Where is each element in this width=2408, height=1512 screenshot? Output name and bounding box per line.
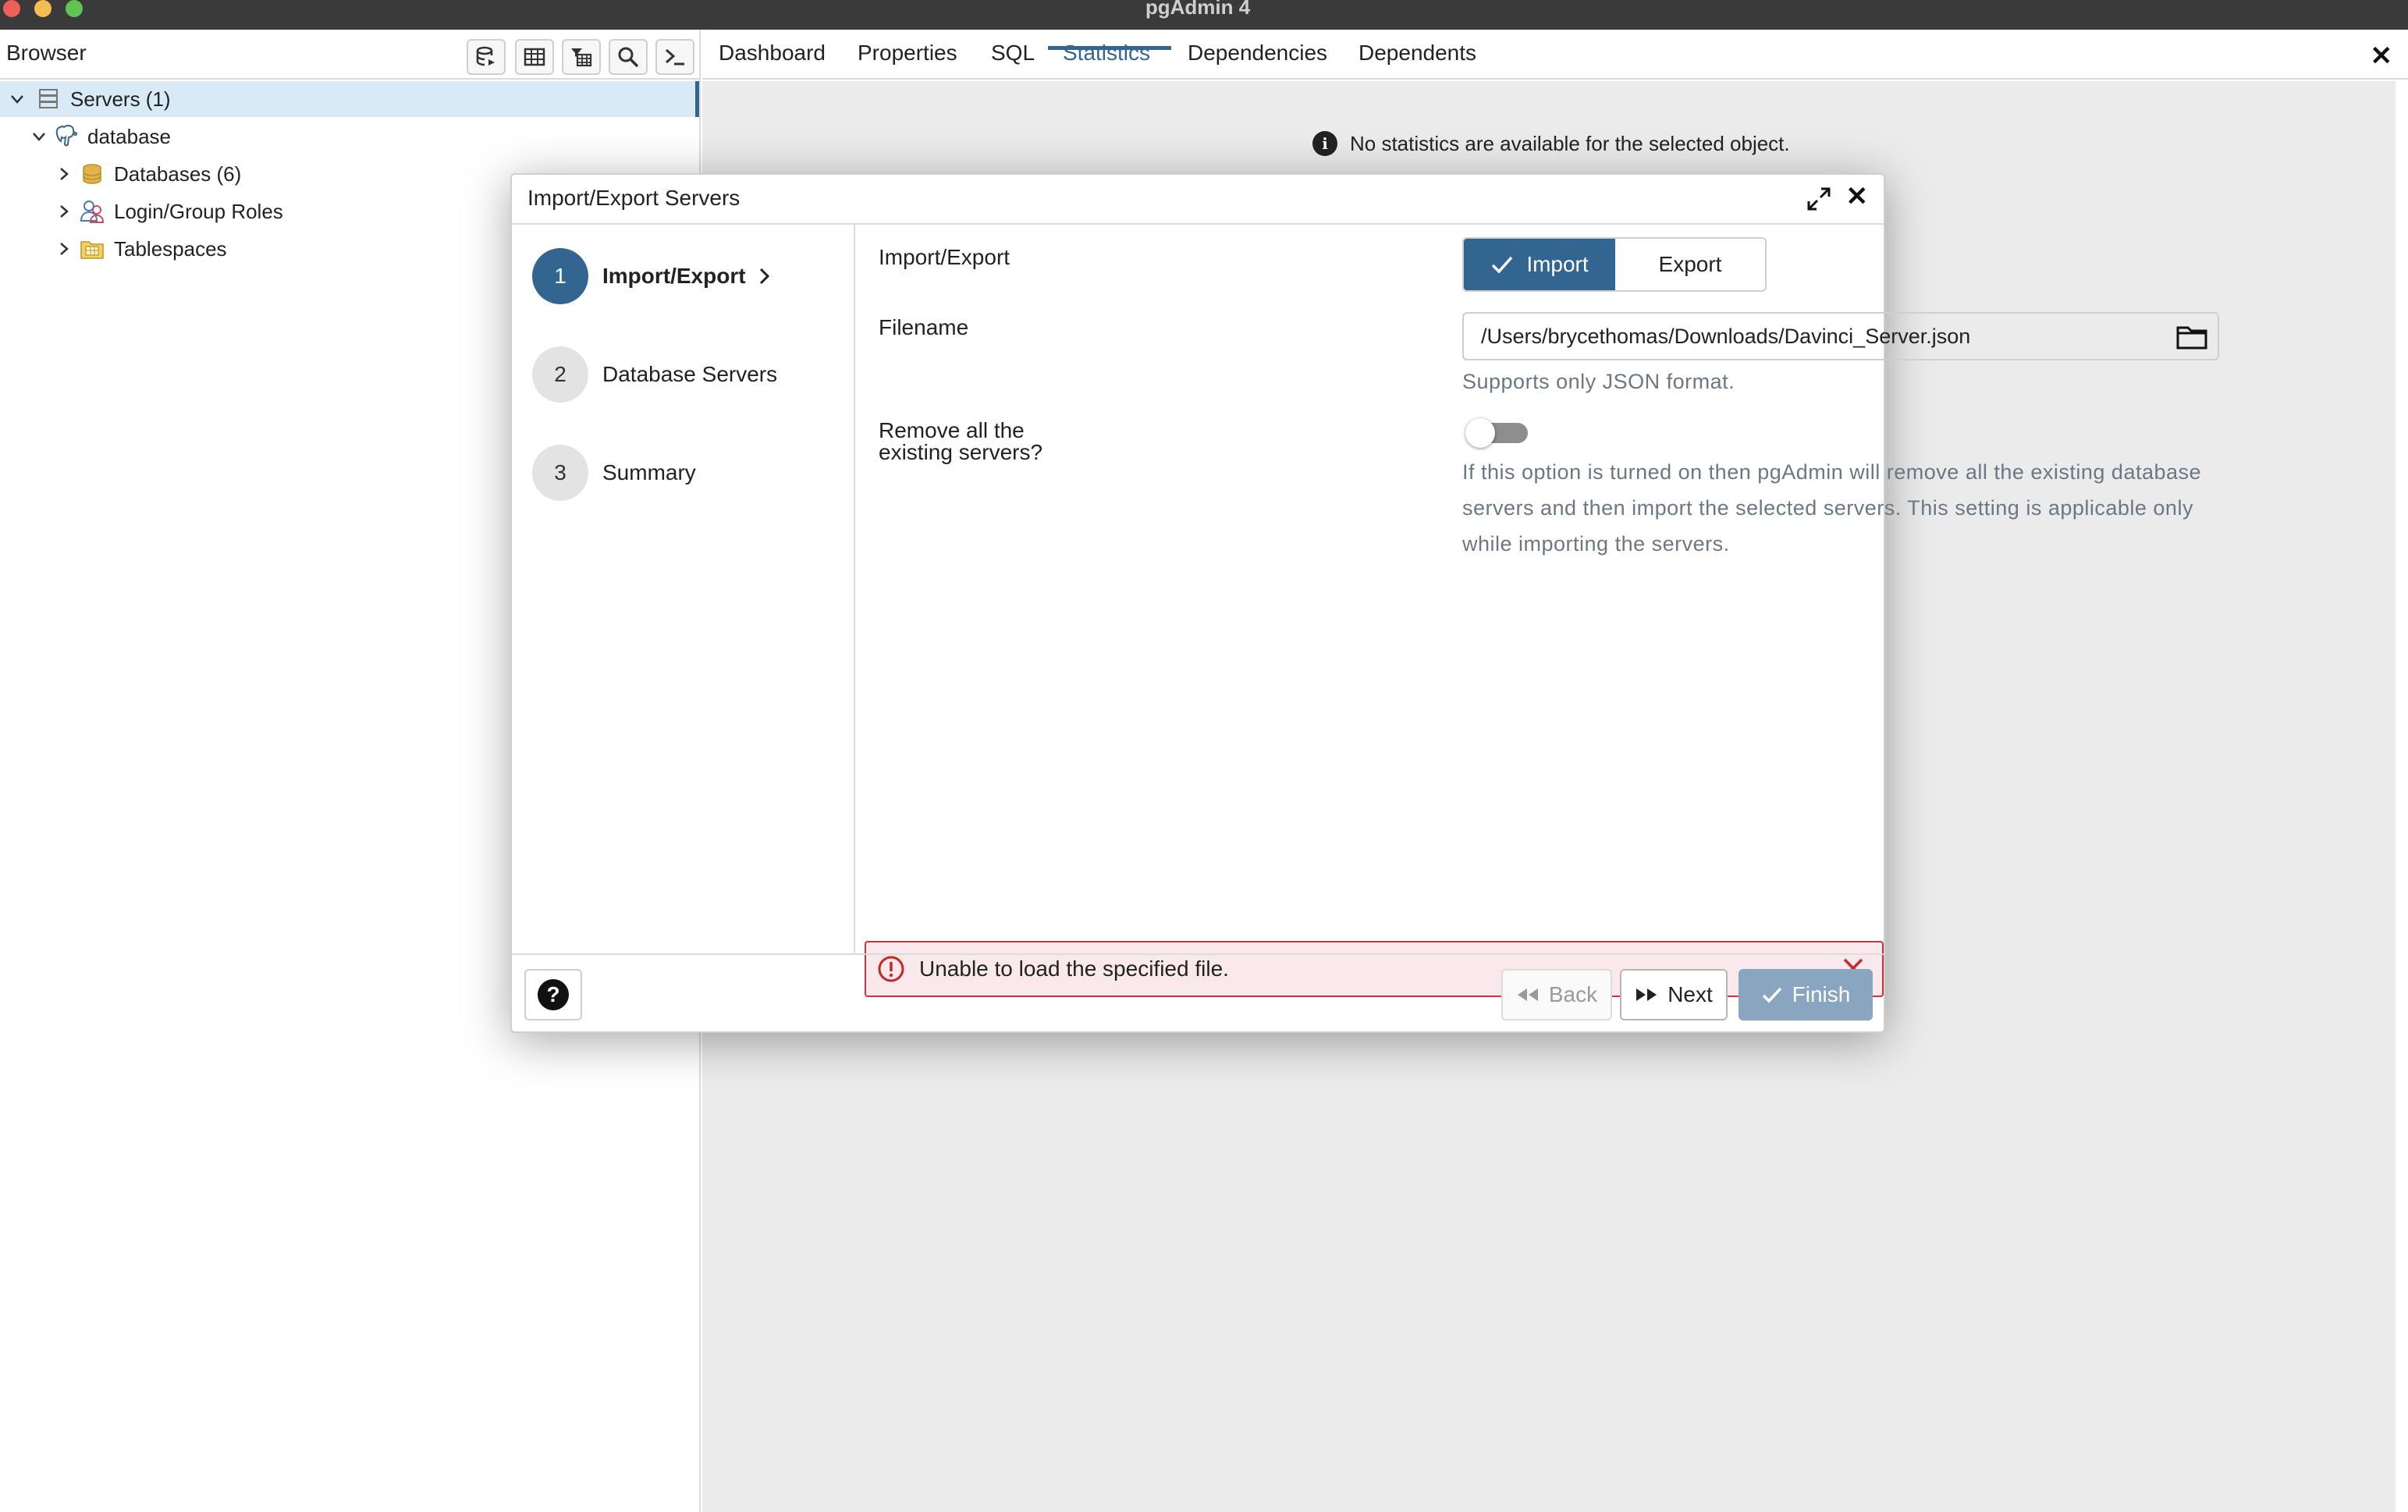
browser-header: Browser bbox=[0, 30, 701, 80]
svg-text:?: ? bbox=[546, 982, 559, 1006]
chevron-right-icon[interactable] bbox=[55, 202, 73, 221]
tablespace-folder-icon bbox=[80, 236, 105, 261]
import-export-servers-dialog: Import/Export Servers ✕ 1 Import/Export … bbox=[510, 173, 2219, 1033]
filename-value: /Users/brycethomas/Downloads/Davinci_Ser… bbox=[1481, 324, 1971, 348]
app-title: pgAdmin 4 bbox=[1145, 0, 1251, 19]
export-label: Export bbox=[1658, 252, 1722, 276]
psql-tool-icon bbox=[666, 48, 684, 66]
remove-label-line-1: Remove all the bbox=[879, 418, 1025, 442]
tree-item-servers[interactable]: Servers (1) bbox=[0, 81, 699, 117]
import-toggle-button[interactable]: Import bbox=[1464, 239, 1615, 290]
import-export-label: Import/Export bbox=[879, 245, 1010, 269]
wizard-steps: 1 Import/Export 2 Database Servers 3 Sum… bbox=[512, 225, 855, 953]
chevron-right-icon[interactable] bbox=[55, 165, 73, 183]
remove-servers-hint: If this option is turned on then pgAdmin… bbox=[1462, 460, 2202, 555]
step-database-servers[interactable]: 2 Database Servers bbox=[532, 346, 777, 403]
chevron-right-icon[interactable] bbox=[55, 240, 73, 258]
search-objects-icon bbox=[618, 47, 638, 67]
tree-label-tablespaces: Tablespaces bbox=[114, 236, 227, 261]
no-statistics-message: i No statistics are available for the se… bbox=[1312, 131, 1790, 156]
export-toggle-button[interactable]: Export bbox=[1615, 239, 1765, 290]
help-icon: ? bbox=[538, 979, 569, 1010]
tree-item-databases[interactable]: Databases (6) bbox=[0, 156, 241, 192]
tab-statistics[interactable]: Statistics bbox=[1063, 41, 1150, 66]
step-label: Summary bbox=[602, 460, 696, 484]
tree-label-databases: Databases (6) bbox=[114, 161, 242, 186]
tree-item-server-database[interactable]: database bbox=[0, 119, 171, 154]
step-import-export[interactable]: 1 Import/Export bbox=[532, 248, 776, 304]
dialog-footer: ? Back Next Finish bbox=[512, 953, 1884, 1031]
chevron-right-icon bbox=[759, 268, 769, 285]
remove-servers-switch[interactable] bbox=[1465, 418, 1528, 448]
tree-item-login-group-roles[interactable]: Login/Group Roles bbox=[0, 193, 283, 229]
filename-input[interactable]: /Users/brycethomas/Downloads/Davinci_Ser… bbox=[1462, 312, 2219, 360]
browser-title: Browser bbox=[6, 41, 87, 65]
import-label: Import bbox=[1526, 252, 1589, 276]
view-data-button[interactable] bbox=[515, 39, 554, 75]
filename-hint: Supports only JSON format. bbox=[1462, 370, 1735, 393]
help-button[interactable]: ? bbox=[524, 969, 582, 1020]
info-icon: i bbox=[1312, 131, 1337, 156]
step-label: Import/Export bbox=[602, 264, 746, 288]
folder-icon[interactable] bbox=[2175, 321, 2208, 353]
search-objects-button[interactable] bbox=[609, 39, 648, 75]
step-number: 2 bbox=[532, 346, 588, 403]
chevron-down-icon[interactable] bbox=[8, 90, 27, 108]
tree-label-roles: Login/Group Roles bbox=[114, 199, 283, 223]
tab-dependents[interactable]: Dependents bbox=[1358, 41, 1476, 66]
query-tool-icon bbox=[476, 46, 495, 66]
table-view-icon bbox=[524, 48, 545, 66]
switch-knob bbox=[1465, 418, 1495, 448]
window-edge bbox=[2396, 81, 2408, 1512]
chevron-down-icon[interactable] bbox=[30, 127, 48, 146]
step-summary[interactable]: 3 Summary bbox=[532, 445, 696, 501]
server-group-icon bbox=[36, 87, 61, 112]
step-number: 3 bbox=[532, 445, 588, 501]
finish-label: Finish bbox=[1792, 982, 1851, 1006]
dialog-header: Import/Export Servers ✕ bbox=[512, 175, 1884, 225]
tree-label-server: database bbox=[87, 124, 171, 148]
maximize-icon[interactable] bbox=[1806, 186, 1832, 212]
databases-icon bbox=[80, 161, 105, 186]
filtered-rows-icon bbox=[571, 48, 592, 67]
step-label: Database Servers bbox=[602, 362, 778, 386]
back-label: Back bbox=[1548, 982, 1598, 1006]
window-titlebar: pgAdmin 4 bbox=[0, 0, 2408, 30]
close-panel-icon[interactable]: ✕ bbox=[2371, 41, 2393, 72]
tab-dependencies[interactable]: Dependencies bbox=[1188, 41, 1327, 66]
step-number: 1 bbox=[532, 248, 588, 304]
check-icon bbox=[1492, 256, 1513, 274]
remove-label-line-2: existing servers? bbox=[879, 440, 1043, 464]
filtered-rows-button[interactable] bbox=[562, 39, 601, 75]
tree-item-tablespaces[interactable]: Tablespaces bbox=[0, 231, 227, 267]
tab-properties[interactable]: Properties bbox=[858, 41, 957, 66]
check-icon bbox=[1762, 987, 1781, 1003]
postgres-elephant-icon bbox=[55, 124, 80, 149]
rewind-icon bbox=[1517, 988, 1538, 1001]
fast-forward-icon bbox=[1636, 988, 1657, 1001]
finish-button[interactable]: Finish bbox=[1739, 969, 1873, 1020]
roles-icon bbox=[80, 199, 105, 224]
tree-label-servers: Servers (1) bbox=[70, 87, 171, 111]
remove-servers-label: Remove all the existing servers? bbox=[879, 420, 1042, 463]
dialog-title: Import/Export Servers bbox=[527, 186, 741, 210]
tab-dashboard[interactable]: Dashboard bbox=[719, 41, 826, 66]
no-statistics-text: No statistics are available for the sele… bbox=[1350, 131, 1790, 155]
query-tool-button[interactable] bbox=[467, 39, 506, 75]
next-label: Next bbox=[1667, 982, 1713, 1006]
filename-label: Filename bbox=[879, 315, 969, 339]
back-button[interactable]: Back bbox=[1501, 969, 1612, 1020]
active-tab-indicator bbox=[1048, 46, 1171, 50]
psql-tool-button[interactable] bbox=[655, 39, 694, 75]
import-export-toggle: Import Export bbox=[1462, 237, 1767, 292]
dialog-close-icon[interactable]: ✕ bbox=[1846, 181, 1869, 212]
next-button[interactable]: Next bbox=[1620, 969, 1728, 1020]
tab-sql[interactable]: SQL bbox=[991, 41, 1035, 66]
main-tabbar: Dashboard Properties SQL Statistics Depe… bbox=[702, 30, 2408, 80]
wizard-form: Import/Export Import Export Filename /Us… bbox=[857, 225, 2219, 997]
